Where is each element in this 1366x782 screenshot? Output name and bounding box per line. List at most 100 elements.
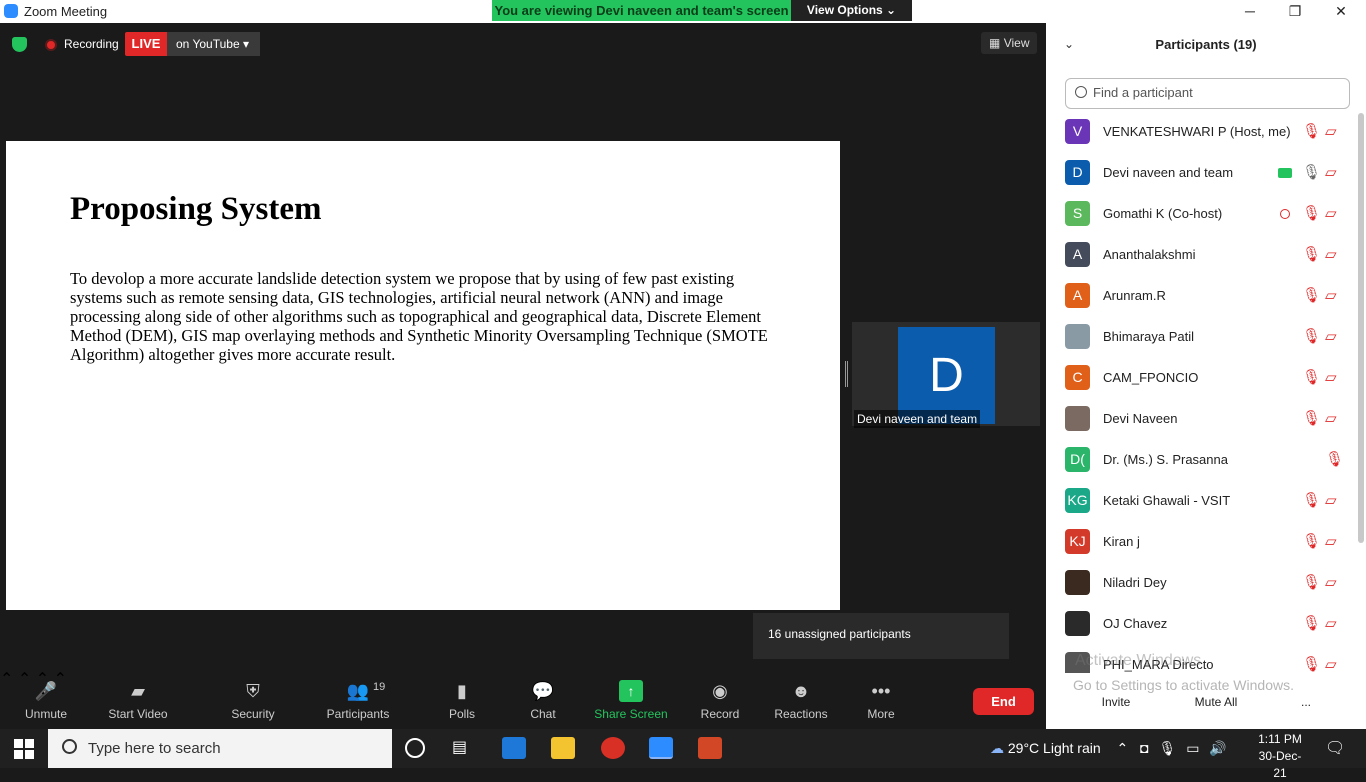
- recording-label[interactable]: Recording: [64, 37, 119, 51]
- taskbar-search-placeholder: Type here to search: [88, 740, 221, 757]
- close-button[interactable]: ✕: [1318, 0, 1364, 22]
- participant-row[interactable]: OJ Chavez 🎙 ▱: [1046, 607, 1356, 648]
- microphone-tray-icon[interactable]: 🎙: [1159, 740, 1177, 756]
- volume-tray-icon[interactable]: 🔊: [1209, 740, 1226, 756]
- cortana-icon[interactable]: [405, 738, 425, 758]
- audio-options-caret-icon[interactable]: ⌃: [0, 671, 13, 688]
- meeting-toolbar: 🎤 Unmute ⌃ ▰ Start Video ⌃ ⛨ Security 👥 …: [0, 669, 1046, 729]
- participant-row[interactable]: KJ Kiran j 🎙 ▱: [1046, 525, 1356, 566]
- mic-icon[interactable]: 🎙: [1302, 163, 1321, 181]
- mail-icon[interactable]: [502, 737, 526, 759]
- muted-mic-icon[interactable]: 🎙: [1302, 286, 1321, 304]
- muted-mic-icon[interactable]: 🎙: [1325, 450, 1344, 468]
- muted-mic-icon[interactable]: 🎙: [1302, 368, 1321, 386]
- participant-row[interactable]: Niladri Dey 🎙 ▱: [1046, 566, 1356, 607]
- file-explorer-icon[interactable]: [551, 737, 575, 759]
- chat-button[interactable]: 💬 Chat: [522, 669, 564, 729]
- muted-mic-icon[interactable]: 🎙: [1302, 204, 1321, 222]
- task-view-icon[interactable]: ▤: [452, 737, 476, 759]
- muted-mic-icon[interactable]: 🎙: [1302, 409, 1321, 427]
- tray-chevron-icon[interactable]: ⌃: [1117, 740, 1129, 756]
- live-platform-label: on YouTube: [176, 37, 240, 51]
- weather-text[interactable]: 29°C Light rain: [1008, 740, 1101, 756]
- zoom-taskbar-icon[interactable]: [649, 737, 673, 759]
- video-off-icon[interactable]: ▱: [1325, 122, 1337, 140]
- end-meeting-button[interactable]: End: [973, 688, 1034, 715]
- video-off-icon[interactable]: ▱: [1325, 368, 1337, 386]
- live-badge[interactable]: LIVE: [125, 32, 167, 56]
- share-screen-label: Share Screen: [594, 707, 668, 721]
- video-tile[interactable]: D Devi naveen and team: [852, 322, 1040, 428]
- participant-avatar: [1065, 324, 1090, 349]
- video-off-icon[interactable]: ▱: [1325, 327, 1337, 345]
- encryption-shield-icon[interactable]: [12, 37, 27, 52]
- panel-more-button[interactable]: ...: [1292, 688, 1320, 716]
- maximize-button[interactable]: ❐: [1272, 0, 1318, 22]
- video-off-icon[interactable]: ▱: [1325, 286, 1337, 304]
- search-icon: [1075, 86, 1087, 98]
- share-screen-button[interactable]: ↑ Share Screen: [594, 669, 668, 729]
- polls-label: Polls: [448, 707, 475, 721]
- muted-mic-icon[interactable]: 🎙: [1302, 655, 1321, 673]
- minimize-button[interactable]: ─: [1227, 0, 1273, 22]
- participant-row[interactable]: S Gomathi K (Co-host) 🎙 ▱: [1046, 197, 1356, 238]
- muted-mic-icon[interactable]: 🎙: [1302, 532, 1321, 550]
- participants-panel: ⌄ Participants (19) Find a participant V…: [1046, 23, 1366, 729]
- taskbar-search-input[interactable]: Type here to search: [48, 729, 392, 768]
- clock-date: 30-Dec-21: [1258, 749, 1302, 780]
- participant-row[interactable]: KG Ketaki Ghawali - VSIT 🎙 ▱: [1046, 484, 1356, 525]
- resize-handle[interactable]: [845, 361, 848, 387]
- video-off-icon[interactable]: ▱: [1325, 491, 1337, 509]
- video-off-icon[interactable]: ▱: [1325, 573, 1337, 591]
- notifications-icon[interactable]: 🗨: [1325, 738, 1345, 758]
- video-off-icon[interactable]: ▱: [1325, 655, 1337, 673]
- participants-button[interactable]: 👥 Participants 19: [322, 669, 394, 729]
- muted-mic-icon[interactable]: 🎙: [1302, 491, 1321, 509]
- participants-panel-title: Participants (19): [1155, 37, 1257, 52]
- participant-row[interactable]: C CAM_FPONCIO 🎙 ▱: [1046, 361, 1356, 402]
- video-off-icon[interactable]: ▱: [1325, 409, 1337, 427]
- muted-mic-icon[interactable]: 🎙: [1302, 614, 1321, 632]
- record-button[interactable]: ◉ Record: [698, 669, 742, 729]
- start-video-button[interactable]: ▰ Start Video: [104, 669, 172, 729]
- find-participant-input[interactable]: Find a participant: [1065, 78, 1350, 109]
- participant-row[interactable]: Devi Naveen 🎙 ▱: [1046, 402, 1356, 443]
- participant-list-scrollbar[interactable]: [1358, 113, 1364, 543]
- taskbar-clock[interactable]: 1:11 PM 30-Dec-21: [1252, 731, 1308, 782]
- zoom-app-icon: [4, 4, 18, 18]
- participant-row[interactable]: D Devi naveen and team 🎙 ▱: [1046, 156, 1356, 197]
- participant-list: V VENKATESHWARI P (Host, me) 🎙 ▱ D Devi navee…: [1046, 115, 1356, 673]
- view-button[interactable]: ▦ View: [981, 32, 1037, 54]
- video-off-icon[interactable]: ▱: [1325, 614, 1337, 632]
- participant-row[interactable]: V VENKATESHWARI P (Host, me) 🎙 ▱: [1046, 115, 1356, 156]
- camera-tray-icon[interactable]: ◘: [1140, 740, 1148, 756]
- video-off-icon[interactable]: ▱: [1325, 204, 1337, 222]
- muted-mic-icon[interactable]: 🎙: [1302, 245, 1321, 263]
- participant-name: OJ Chavez: [1103, 616, 1168, 631]
- muted-mic-icon[interactable]: 🎙: [1302, 573, 1321, 591]
- security-button[interactable]: ⛨ Security: [226, 669, 280, 729]
- reactions-button[interactable]: ☻ Reactions: [772, 669, 830, 729]
- zoom-window: Zoom Meeting You are viewing Devi naveen…: [0, 0, 1366, 780]
- polls-button[interactable]: ▮ Polls: [440, 669, 484, 729]
- participant-row[interactable]: A Ananthalakshmi 🎙 ▱: [1046, 238, 1356, 279]
- participant-avatar: D(: [1065, 447, 1090, 472]
- video-off-icon[interactable]: ▱: [1325, 245, 1337, 263]
- video-off-icon[interactable]: ▱: [1325, 532, 1337, 550]
- participant-row[interactable]: D(Dr. (Ms.) S. Prasanna 🎙: [1046, 443, 1356, 484]
- view-options-button[interactable]: View Options ⌄: [791, 0, 912, 21]
- video-off-icon[interactable]: ▱: [1325, 163, 1337, 181]
- record-icon: ◉: [712, 681, 728, 701]
- chrome-icon[interactable]: [601, 737, 625, 759]
- powerpoint-icon[interactable]: [698, 737, 722, 759]
- unmute-button[interactable]: 🎤 Unmute: [18, 669, 74, 729]
- muted-mic-icon[interactable]: 🎙: [1302, 327, 1321, 345]
- network-tray-icon[interactable]: ▭: [1186, 740, 1199, 756]
- participant-avatar: [1065, 611, 1090, 636]
- windows-start-icon[interactable]: [14, 739, 34, 759]
- live-platform-dropdown[interactable]: on YouTube ▾: [167, 32, 260, 56]
- participant-row[interactable]: Bhimaraya Patil 🎙 ▱: [1046, 320, 1356, 361]
- muted-mic-icon[interactable]: 🎙: [1302, 122, 1321, 140]
- participant-row[interactable]: A Arunram.R 🎙 ▱: [1046, 279, 1356, 320]
- more-button[interactable]: ••• More: [862, 669, 900, 729]
